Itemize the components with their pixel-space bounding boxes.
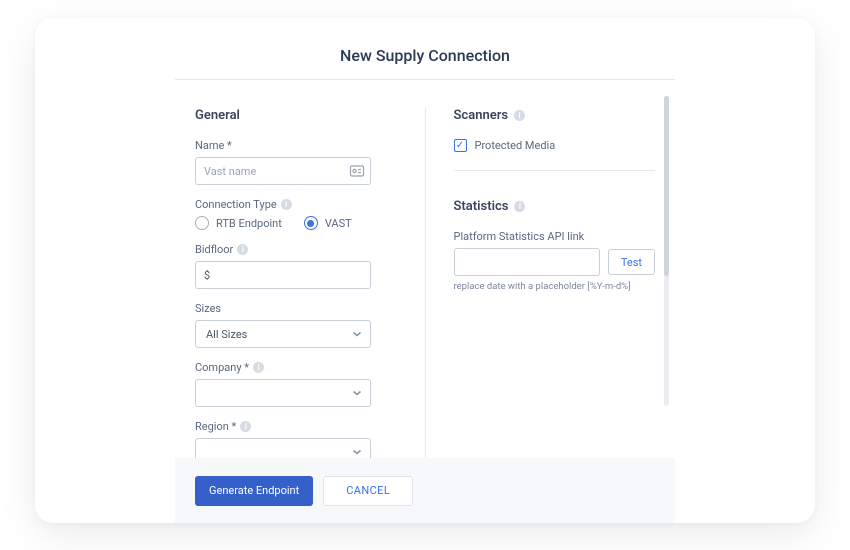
- card-icon: [349, 163, 365, 179]
- bidfloor-label: Bidfloor: [195, 243, 233, 256]
- scanners-heading: Scanners: [454, 108, 509, 123]
- divider: [175, 79, 675, 80]
- statistics-heading: Statistics: [454, 199, 509, 214]
- info-icon: i: [240, 421, 251, 432]
- radio-rtb-endpoint[interactable]: RTB Endpoint: [195, 216, 282, 230]
- name-label: Name *: [195, 139, 397, 152]
- checkbox-icon: ✓: [454, 139, 467, 152]
- info-icon: i: [514, 110, 525, 121]
- info-icon: i: [281, 199, 292, 210]
- radio-vast-label: VAST: [325, 217, 352, 230]
- chevron-down-icon: [352, 329, 362, 339]
- radio-vast[interactable]: VAST: [304, 216, 352, 230]
- name-input[interactable]: [195, 157, 371, 185]
- protected-media-checkbox[interactable]: ✓ Protected Media: [454, 139, 656, 152]
- right-column: Scanners i ✓ Protected Media Statistics …: [425, 108, 656, 458]
- bidfloor-input[interactable]: [195, 261, 371, 289]
- company-label: Company *: [195, 361, 249, 374]
- info-icon: i: [237, 244, 248, 255]
- radio-icon: [304, 216, 318, 230]
- info-icon: i: [253, 362, 264, 373]
- chevron-down-icon: [352, 388, 362, 398]
- general-heading: General: [195, 108, 397, 123]
- protected-media-label: Protected Media: [475, 139, 556, 152]
- general-section: General Name * Connection Type i: [195, 108, 397, 458]
- api-helper-text: replace date with a placeholder [%Y-m-d%…: [454, 281, 656, 292]
- divider: [454, 170, 656, 171]
- sizes-label: Sizes: [195, 302, 397, 315]
- footer: Generate Endpoint CANCEL: [175, 458, 675, 523]
- info-icon: i: [514, 201, 525, 212]
- radio-icon: [195, 216, 209, 230]
- generate-endpoint-button[interactable]: Generate Endpoint: [195, 476, 313, 506]
- sizes-value: All Sizes: [206, 328, 247, 341]
- api-link-input[interactable]: [454, 248, 600, 276]
- api-link-label: Platform Statistics API link: [454, 230, 656, 243]
- content-area: General Name * Connection Type i: [35, 90, 815, 458]
- company-select[interactable]: [195, 379, 371, 407]
- region-select[interactable]: [195, 438, 371, 458]
- radio-rtb-label: RTB Endpoint: [216, 217, 282, 230]
- chevron-down-icon: [352, 447, 362, 457]
- page-title: New Supply Connection: [35, 18, 815, 79]
- connection-type-label: Connection Type: [195, 198, 277, 211]
- sizes-select[interactable]: All Sizes: [195, 320, 371, 348]
- region-label: Region *: [195, 420, 236, 433]
- cancel-button[interactable]: CANCEL: [323, 476, 413, 506]
- modal-card: New Supply Connection General Name * Con…: [35, 18, 815, 523]
- test-button[interactable]: Test: [608, 249, 655, 275]
